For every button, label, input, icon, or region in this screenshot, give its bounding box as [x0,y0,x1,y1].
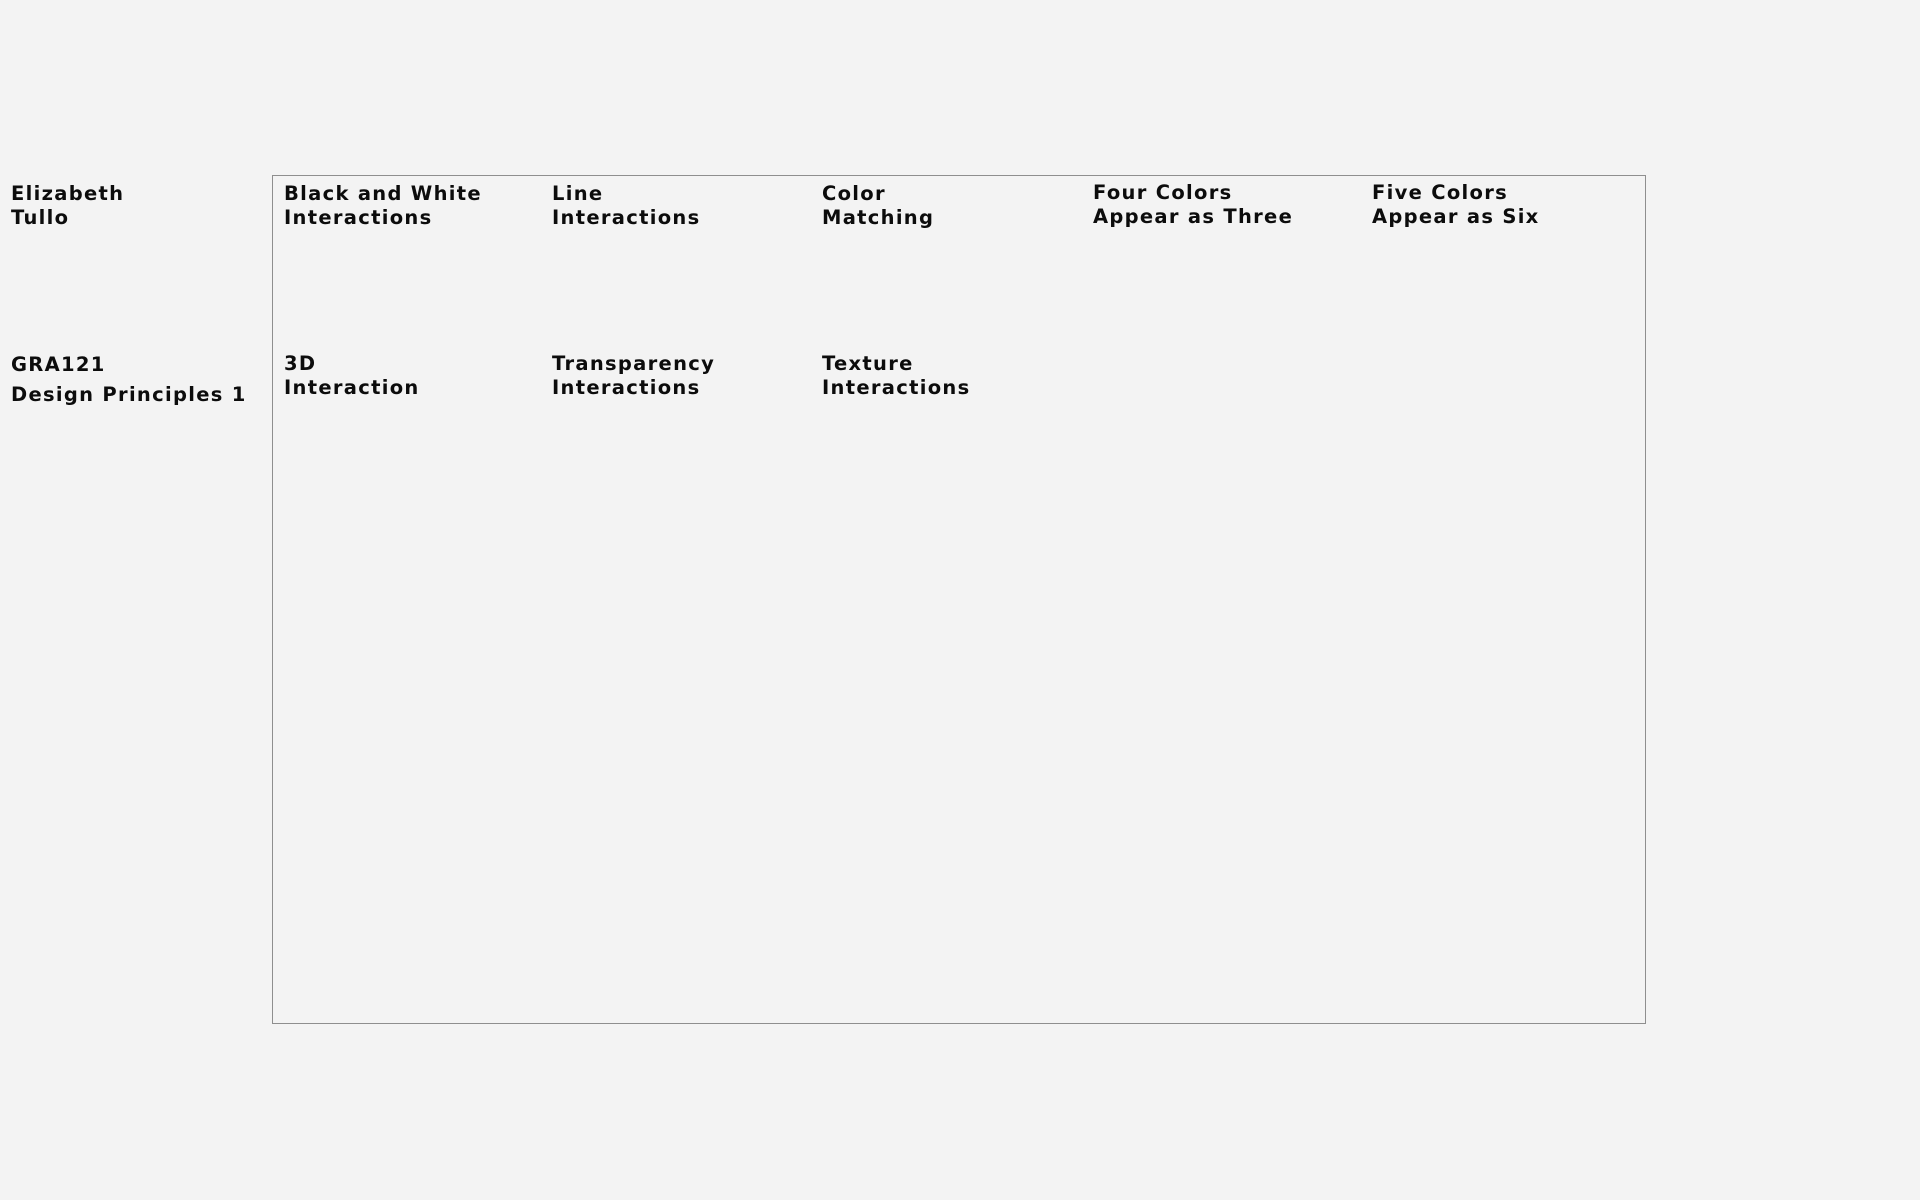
project-link-black-and-white-interactions[interactable]: Black and White Interactions [284,182,482,230]
project-title-line2: Interaction [284,376,420,399]
project-title-line2: Interactions [552,376,701,399]
project-link-transparency-interactions[interactable]: Transparency Interactions [552,352,715,400]
project-title-line1: 3D [284,352,317,375]
project-title-line1: Transparency [552,352,716,375]
project-link-texture-interactions[interactable]: Texture Interactions [822,352,971,400]
project-title-line2: Interactions [552,206,701,229]
project-title-line1: Texture [822,352,914,375]
project-title-line2: Appear as Three [1093,205,1294,228]
project-link-four-colors-appear-as-three[interactable]: Four Colors Appear as Three [1093,181,1293,229]
project-title-line2: Matching [822,206,935,229]
portfolio-page: Elizabeth Tullo GRA121 Design Principles… [0,0,1920,1200]
author-last-name: Tullo [11,206,70,229]
project-title-line1: Black and White [284,182,482,205]
course-code: GRA121 [11,353,106,376]
project-title-line2: Interactions [822,376,971,399]
project-title-line1: Five Colors [1372,181,1509,204]
author-name: Elizabeth Tullo [11,182,124,230]
course-name: Design Principles 1 [11,383,247,406]
project-title-line2: Interactions [284,206,433,229]
projects-frame [272,175,1646,1024]
project-link-color-matching[interactable]: Color Matching [822,182,934,230]
project-title-line1: Four Colors [1093,181,1233,204]
project-title-line1: Line [552,182,604,205]
project-title-line2: Appear as Six [1372,205,1540,228]
project-link-five-colors-appear-as-six[interactable]: Five Colors Appear as Six [1372,181,1540,229]
author-first-name: Elizabeth [11,182,125,205]
project-title-line1: Color [822,182,886,205]
project-link-line-interactions[interactable]: Line Interactions [552,182,701,230]
project-link-3d-interaction[interactable]: 3D Interaction [284,352,420,400]
